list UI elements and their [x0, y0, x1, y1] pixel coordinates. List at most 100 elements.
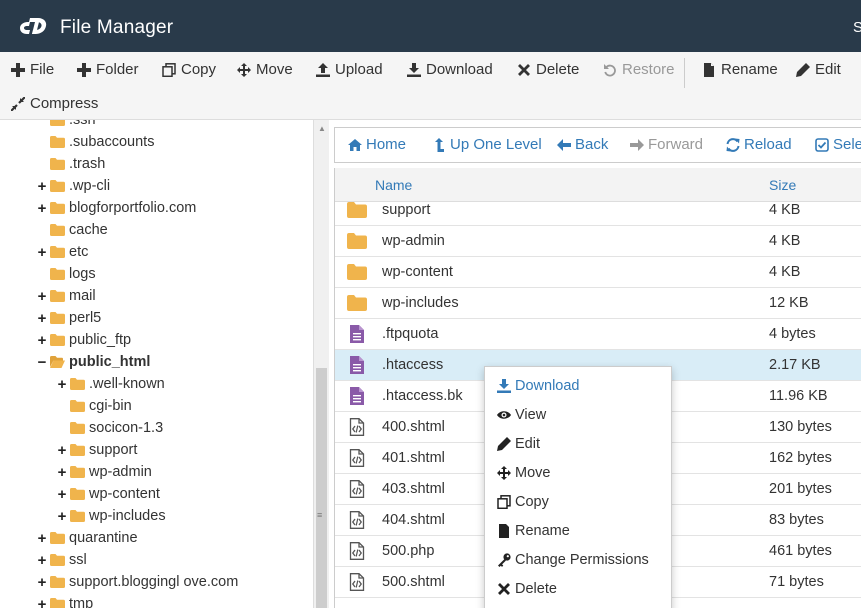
expand-icon[interactable]: + [56, 442, 68, 459]
reload-button[interactable]: Reload [726, 136, 792, 153]
back-button[interactable]: Back [557, 136, 608, 153]
table-row[interactable]: wp-content 4 KB [335, 257, 861, 288]
expand-icon[interactable]: + [56, 376, 68, 393]
compress-button[interactable]: Compress [11, 95, 98, 112]
tree-item[interactable]: + etc [36, 241, 89, 263]
tree-item-label: public_html [69, 354, 151, 370]
context-download-item[interactable]: Download [497, 378, 580, 394]
file-size: 162 bytes [769, 450, 832, 466]
table-row[interactable]: wp-admin 4 KB [335, 226, 861, 257]
folder-icon [70, 466, 85, 478]
folder-icon [50, 554, 65, 566]
tree-item-label: blogforportfolio.com [69, 200, 197, 216]
tree-item[interactable]: cgi-bin [56, 395, 132, 417]
expand-icon[interactable]: + [36, 288, 48, 305]
file-name: .htaccess [382, 357, 444, 373]
tree-item[interactable]: + wp-includes [56, 505, 166, 527]
tree-item[interactable]: + blogforportfolio.com [36, 197, 197, 219]
tree-item[interactable]: − public_html [36, 351, 151, 373]
tree-item-label: cache [69, 222, 108, 238]
folder-tree: .ssh .subaccounts .trash + .wp-cli + blogforpo… [0, 120, 313, 608]
folder-icon [50, 246, 65, 258]
restore-button[interactable]: Restore [603, 61, 675, 78]
tree-scrollbar[interactable]: ▲ ≡ [313, 120, 329, 608]
tree-item[interactable]: + tmp [36, 593, 93, 608]
tree-item[interactable]: .trash [36, 153, 105, 175]
folder-icon [50, 576, 65, 588]
name-column-header[interactable]: Name [375, 177, 412, 193]
folder-icon [347, 232, 367, 250]
move-icon [497, 466, 511, 480]
rename-button[interactable]: Rename [702, 61, 778, 78]
upload-button[interactable]: Upload [316, 61, 383, 78]
tree-item[interactable]: .ssh [36, 120, 96, 131]
select-all-button[interactable]: Selec [815, 136, 861, 153]
pencil-icon [497, 437, 511, 451]
home-button[interactable]: Home [348, 136, 406, 153]
context-rename-item[interactable]: Rename [497, 523, 570, 539]
context-change-permissions-item[interactable]: Change Permissions [497, 552, 649, 568]
tree-item[interactable]: + wp-content [56, 483, 160, 505]
arrow-up-icon [435, 137, 444, 152]
expand-icon[interactable]: + [36, 552, 48, 569]
tree-item-label: logs [69, 266, 96, 282]
file-name: wp-includes [382, 295, 459, 311]
tree-item[interactable]: + .well-known [56, 373, 165, 395]
key-icon [498, 553, 511, 567]
expand-icon[interactable]: + [36, 596, 48, 608]
tree-item[interactable]: logs [36, 263, 96, 285]
table-row[interactable]: wp-includes 12 KB [335, 288, 861, 319]
context-delete-item[interactable]: Delete [497, 581, 557, 597]
tree-item[interactable]: + ssl [36, 549, 87, 571]
expand-icon[interactable]: + [36, 200, 48, 217]
tree-item[interactable]: + quarantine [36, 527, 138, 549]
expand-icon[interactable]: + [36, 574, 48, 591]
file-size: 130 bytes [769, 419, 832, 435]
collapse-icon[interactable]: − [36, 354, 48, 371]
delete-button[interactable]: Delete [517, 61, 579, 78]
expand-icon[interactable]: + [36, 244, 48, 261]
expand-icon[interactable]: + [36, 530, 48, 547]
new-file-button[interactable]: File [11, 61, 54, 78]
tree-item[interactable]: + wp-admin [56, 461, 152, 483]
tree-item[interactable]: cache [36, 219, 108, 241]
folder-icon [50, 312, 65, 324]
tree-item-label: socicon-1.3 [89, 420, 164, 436]
tree-item[interactable]: + public_ftp [36, 329, 131, 351]
tree-item[interactable]: socicon-1.3 [56, 417, 163, 439]
context-edit-item[interactable]: Edit [497, 436, 540, 452]
download-button[interactable]: Download [407, 61, 493, 78]
tree-item[interactable]: + perl5 [36, 307, 102, 329]
tree-scrollbar-thumb[interactable] [316, 368, 327, 608]
tree-item-label: wp-admin [89, 464, 152, 480]
file-size: 4 KB [769, 264, 801, 280]
expand-icon[interactable]: + [36, 332, 48, 349]
scroll-up-arrow-icon[interactable]: ▲ [318, 124, 326, 133]
context-copy-item[interactable]: Copy [497, 494, 549, 510]
expand-icon[interactable]: + [56, 508, 68, 525]
file-size: 12 KB [769, 295, 809, 311]
tree-item[interactable]: + support.bloggingl ove.com [36, 571, 239, 593]
size-column-header[interactable]: Size [769, 177, 796, 193]
edit-button[interactable]: Edit [796, 61, 841, 78]
table-row[interactable]: .ftpquota 4 bytes [335, 319, 861, 350]
new-folder-button[interactable]: Folder [77, 61, 139, 78]
expand-icon[interactable]: + [56, 486, 68, 503]
up-one-level-button[interactable]: Up One Level [432, 136, 542, 153]
tree-item[interactable]: + mail [36, 285, 96, 307]
copy-button[interactable]: Copy [162, 61, 216, 78]
expand-icon[interactable]: + [36, 178, 48, 195]
expand-icon[interactable]: + [36, 310, 48, 327]
table-row[interactable]: support 4 KB [335, 195, 861, 226]
context-view-item[interactable]: View [497, 407, 546, 423]
move-button[interactable]: Move [237, 61, 293, 78]
user-menu[interactable]: S [853, 19, 861, 36]
expand-icon[interactable]: + [56, 464, 68, 481]
resize-grip-icon[interactable]: ≡ [317, 510, 322, 520]
forward-button[interactable]: Forward [630, 136, 703, 153]
context-move-item[interactable]: Move [497, 465, 550, 481]
tree-item[interactable]: + .wp-cli [36, 175, 110, 197]
tree-item[interactable]: + support [56, 439, 138, 461]
copy-icon [497, 495, 511, 509]
tree-item[interactable]: .subaccounts [36, 131, 154, 153]
